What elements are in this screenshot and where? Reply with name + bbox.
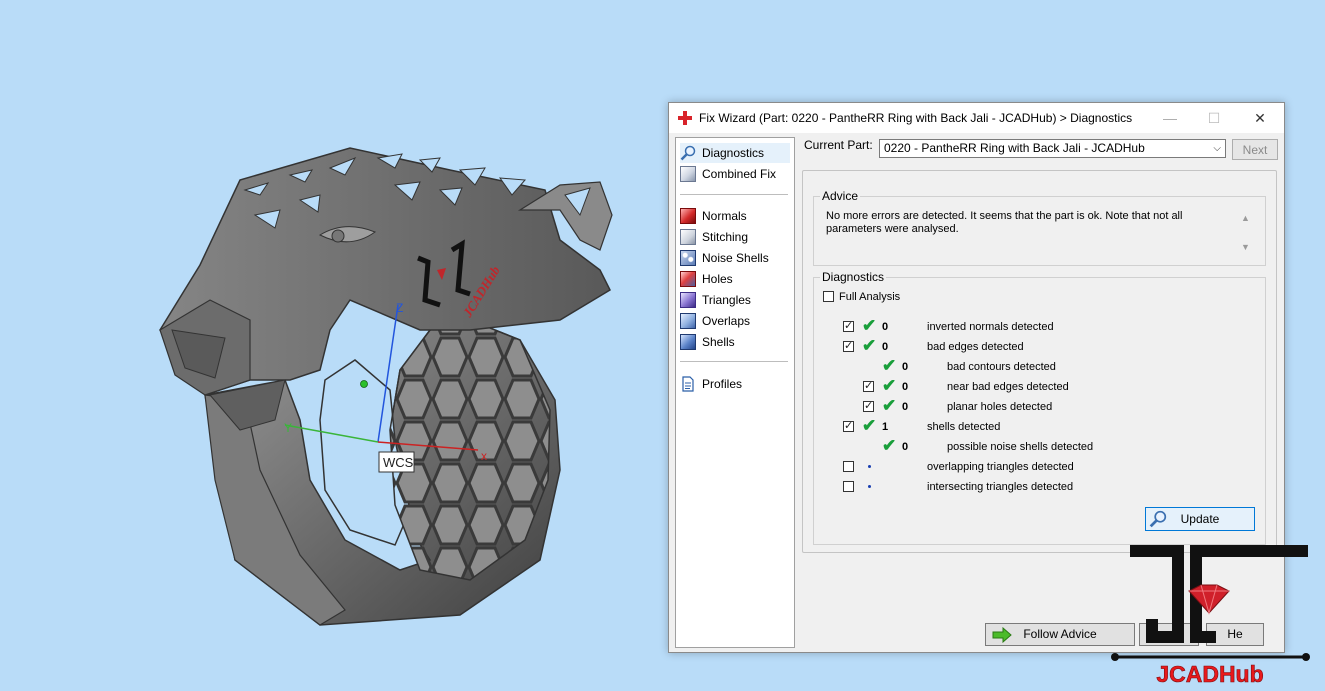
nav-item-combined-fix[interactable]: Combined Fix <box>680 164 790 184</box>
nav-item-noise-shells[interactable]: Noise Shells <box>680 248 790 268</box>
dialog-title: Fix Wizard (Part: 0220 - PantheRR Ring w… <box>699 111 1133 125</box>
not-analysed-dot-icon <box>868 485 871 488</box>
holes-cube-icon <box>680 271 696 287</box>
magnifier-icon <box>1149 510 1167 528</box>
triangles-cube-icon <box>680 292 696 308</box>
nav-label: Diagnostics <box>702 146 765 160</box>
row-count: 0 <box>902 381 909 393</box>
row-label: overlapping triangles detected <box>927 461 1074 473</box>
nav-item-overlaps[interactable]: Overlaps <box>680 311 790 331</box>
red-cross-icon <box>678 111 692 125</box>
full-analysis-checkbox[interactable] <box>823 291 834 302</box>
row-checkbox[interactable] <box>843 319 854 332</box>
shells-cube-icon <box>680 334 696 350</box>
current-part-value: 0220 - PantheRR Ring with Back Jali - JC… <box>884 141 1145 155</box>
row-checkbox[interactable] <box>843 461 854 472</box>
maximize-button[interactable]: ☐ <box>1191 103 1237 133</box>
current-part-label: Current Part: <box>804 138 873 152</box>
cube-icon <box>680 166 696 182</box>
jcadhub-logo: JCADHub <box>1111 545 1310 687</box>
current-part-select[interactable]: 0220 - PantheRR Ring with Back Jali - JC… <box>879 139 1226 158</box>
row-label: planar holes detected <box>947 401 1053 413</box>
green-arrow-icon <box>992 627 1012 643</box>
check-ok-icon: ✔ <box>882 436 897 455</box>
check-ok-icon: ✔ <box>862 316 877 335</box>
nav-label: Profiles <box>702 377 743 391</box>
follow-advice-label: Follow Advice <box>1023 627 1097 641</box>
nav-label: Combined Fix <box>702 167 777 181</box>
row-checkbox[interactable] <box>843 481 854 492</box>
row-count: 1 <box>882 421 889 433</box>
row-label: possible noise shells detected <box>947 441 1094 453</box>
logo-text: JCADHub <box>1156 661 1263 687</box>
nav-item-shells[interactable]: Shells <box>680 332 790 352</box>
nav-item-normals[interactable]: Normals <box>680 206 790 226</box>
nav-label: Shells <box>702 335 735 349</box>
row-count: 0 <box>882 321 889 333</box>
nav-item-stitching[interactable]: Stitching <box>680 227 790 247</box>
row-count: 0 <box>902 401 909 413</box>
nav-item-triangles[interactable]: Triangles <box>680 290 790 310</box>
check-ok-icon: ✔ <box>862 336 877 355</box>
diagnostics-title: Diagnostics <box>820 270 887 284</box>
row-checkbox[interactable] <box>863 399 874 412</box>
full-analysis-label: Full Analysis <box>839 291 901 303</box>
wizard-nav-panel: Diagnostics Combined Fix Normals Stitchi… <box>675 137 795 648</box>
magnifier-icon <box>680 145 696 161</box>
scroll-up-icon[interactable]: ▲ <box>1241 213 1250 223</box>
next-button[interactable]: Next <box>1232 139 1278 160</box>
advice-text: No more errors are detected. It seems th… <box>826 210 1183 235</box>
row-checkbox[interactable] <box>843 419 854 432</box>
nav-label: Holes <box>702 272 733 286</box>
nav-item-diagnostics[interactable]: Diagnostics <box>680 143 790 163</box>
row-count: 0 <box>882 341 889 353</box>
row-label: inverted normals detected <box>927 321 1054 333</box>
nav-label: Stitching <box>702 230 749 244</box>
row-checkbox[interactable] <box>863 379 874 392</box>
minimize-button[interactable]: — <box>1147 103 1193 133</box>
nav-separator <box>680 194 788 195</box>
row-label: shells detected <box>927 421 1001 433</box>
nav-item-profiles[interactable]: Profiles <box>680 374 790 394</box>
normals-cube-icon <box>680 208 696 224</box>
nav-label: Triangles <box>702 293 751 307</box>
stitching-cube-icon <box>680 229 696 245</box>
row-label: intersecting triangles detected <box>927 481 1074 493</box>
check-ok-icon: ✔ <box>882 376 897 395</box>
axis-x-label: x <box>481 449 487 463</box>
check-ok-icon: ✔ <box>882 356 897 375</box>
update-button[interactable]: Update <box>1145 507 1255 531</box>
scroll-down-icon[interactable]: ▼ <box>1241 242 1250 252</box>
nav-item-holes[interactable]: Holes <box>680 269 790 289</box>
nav-label: Noise Shells <box>702 251 769 265</box>
check-ok-icon: ✔ <box>882 396 897 415</box>
title-bar[interactable]: Fix Wizard (Part: 0220 - PantheRR Ring w… <box>669 103 1284 133</box>
check-ok-icon: ✔ <box>862 416 877 435</box>
axis-y-label: Y <box>284 421 292 435</box>
row-count: 0 <box>902 441 909 453</box>
row-label: bad edges detected <box>927 341 1024 353</box>
nav-label: Overlaps <box>702 314 751 328</box>
row-label: bad contours detected <box>947 361 1056 373</box>
close-button[interactable]: ✕ <box>1237 103 1283 133</box>
nav-label: Normals <box>702 209 747 223</box>
wcs-label: WCS <box>383 455 414 470</box>
update-label: Update <box>1180 512 1220 526</box>
noise-shells-icon <box>680 250 696 266</box>
row-checkbox[interactable] <box>843 339 854 352</box>
document-icon <box>682 376 694 392</box>
nav-separator <box>680 361 788 362</box>
chevron-down-icon: ⌵ <box>1213 143 1221 154</box>
not-analysed-dot-icon <box>868 465 871 468</box>
axis-z-label: Z <box>396 301 403 315</box>
overlaps-cube-icon <box>680 313 696 329</box>
row-count: 0 <box>902 361 909 373</box>
row-label: near bad edges detected <box>947 381 1069 393</box>
